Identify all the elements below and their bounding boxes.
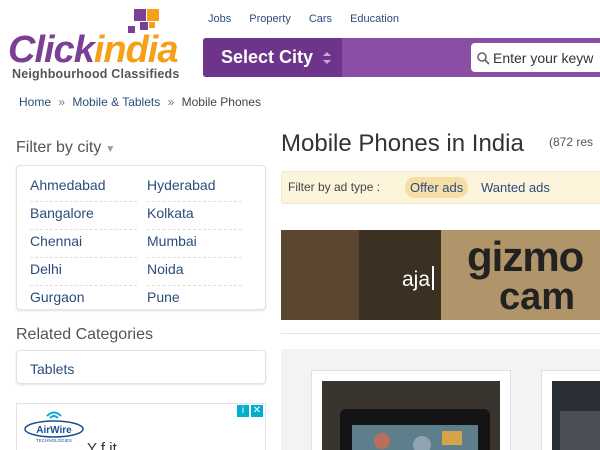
ad-brand-subtext: TECHNOLOGIES [36,438,72,443]
related-link-tablets[interactable]: Tablets [30,361,74,377]
city-list-panel: Ahmedabad Hyderabad Bangalore Kolkata Ch… [16,165,266,310]
banner-brand-line1: gizmo [467,233,584,280]
city-link-mumbai[interactable]: Mumbai [147,230,242,258]
city-link-chennai[interactable]: Chennai [30,230,137,258]
close-icon[interactable]: ✕ [251,405,263,417]
airwire-logo: AirWire TECHNOLOGIES [24,411,84,443]
banner-brand-line2: cam [499,276,576,318]
ad-brand-text: AirWire [36,425,72,436]
topnav-jobs[interactable]: Jobs [208,13,231,25]
city-link-hyderabad[interactable]: Hyderabad [147,174,242,202]
listing-card[interactable] [311,370,511,450]
listing-photo [552,381,600,450]
city-link-bangalore[interactable]: Bangalore [30,202,137,230]
breadcrumb-mobile-tablets[interactable]: Mobile & Tablets [72,95,160,109]
related-categories-heading: Related Categories [16,326,153,343]
city-link-pune[interactable]: Pune [147,286,242,314]
caret-down-icon: ▼ [105,144,116,155]
banner-caption: aja [402,266,435,292]
advertisement[interactable]: AirWire TECHNOLOGIES i ✕ Y f it [16,403,266,450]
city-link-kolkata[interactable]: Kolkata [147,202,242,230]
select-city-label: Select City [221,47,314,67]
breadcrumb-separator: » [167,95,175,109]
topnav-education[interactable]: Education [350,13,399,25]
city-link-delhi[interactable]: Delhi [30,258,137,286]
breadcrumb-current: Mobile Phones [181,95,261,109]
top-nav: Jobs Property Cars Education [208,13,417,25]
offer-ads-tab[interactable]: Offer ads [405,177,469,198]
video-banner[interactable]: gizmo cam aja [281,230,600,320]
listing-photo [322,381,500,450]
info-icon[interactable]: i [237,405,249,417]
logo-wordmark: Clickindia [8,29,179,71]
breadcrumb-home[interactable]: Home [19,95,51,109]
city-link-noida[interactable]: Noida [147,258,242,286]
filter-by-city-label: Filter by city [16,139,102,156]
listing-card[interactable] [541,370,600,450]
banner-box-left [281,230,359,320]
search-input[interactable] [493,48,600,68]
breadcrumb-separator: » [58,95,66,109]
filter-by-city-toggle[interactable]: Filter by city ▼ [16,139,115,157]
ad-headline: Y f it [87,440,117,450]
logo-tagline: Neighbourhood Classifieds [12,67,180,81]
ad-type-filter: Filter by ad type : Offer ads Wanted ads [281,171,600,204]
ad-type-label: Filter by ad type : [288,180,381,194]
updown-arrows-icon [323,52,331,64]
search-icon[interactable] [476,51,490,65]
ad-controls: i ✕ [237,405,263,417]
wanted-ads-tab[interactable]: Wanted ads [481,177,550,198]
page-title: Mobile Phones in India [281,130,524,157]
topnav-cars[interactable]: Cars [309,13,332,25]
select-city-dropdown[interactable]: Select City [203,38,342,77]
result-count: (872 res [549,135,594,149]
city-link-ahmedabad[interactable]: Ahmedabad [30,174,137,202]
breadcrumb: Home » Mobile & Tablets » Mobile Phones [19,95,261,109]
search-box [471,43,600,72]
related-categories-panel: Tablets [16,350,266,384]
text-cursor [432,266,435,290]
section-divider [281,333,600,334]
clickindia-logo[interactable]: Clickindia Neighbourhood Classifieds [8,8,198,84]
topnav-property[interactable]: Property [249,13,291,25]
city-link-gurgaon[interactable]: Gurgaon [30,286,137,314]
